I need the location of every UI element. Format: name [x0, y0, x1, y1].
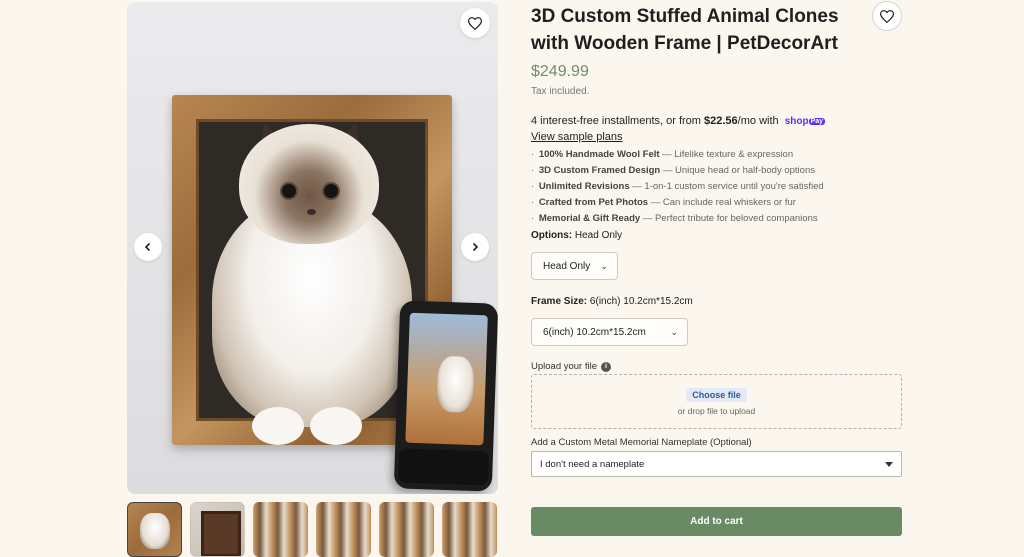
- thumbnail-5[interactable]: [379, 502, 434, 557]
- frame-size-label: Frame Size: 6(inch) 10.2cm*15.2cm: [531, 296, 693, 307]
- product-main-image[interactable]: [127, 2, 498, 494]
- info-icon[interactable]: i: [601, 361, 612, 372]
- gallery-next-icon[interactable]: [461, 233, 489, 261]
- chevron-down-icon: ⌄: [600, 260, 608, 271]
- feature-item: · 100% Handmade Wool Felt — Lifelike tex…: [531, 149, 794, 160]
- feature-item: · Memorial & Gift Ready — Perfect tribut…: [531, 213, 818, 224]
- phone-cat-photo: [436, 355, 475, 413]
- feature-list: · 100% Handmade Wool Felt — Lifelike tex…: [531, 147, 824, 227]
- nameplate-select[interactable]: I don't need a nameplate: [531, 451, 902, 477]
- installments-amount: $22.56: [704, 115, 738, 127]
- thumbnail-1[interactable]: [127, 502, 182, 557]
- caret-down-icon: [885, 461, 893, 467]
- cat-eye-right: [322, 182, 340, 200]
- installments-suffix: /mo with: [737, 115, 779, 127]
- frame-size-select-value: 6(inch) 10.2cm*15.2cm: [543, 326, 646, 338]
- gallery-prev-icon[interactable]: [134, 233, 162, 261]
- feature-item: · 3D Custom Framed Design — Unique head …: [531, 165, 815, 176]
- thumbnail-4[interactable]: [316, 502, 371, 557]
- product-title: 3D Custom Stuffed Animal Clones with Woo…: [531, 6, 839, 54]
- file-dropzone[interactable]: Choose file or drop file to upload: [531, 374, 902, 429]
- upload-label: Upload your file i: [531, 361, 612, 372]
- view-sample-plans-link[interactable]: View sample plans: [531, 131, 623, 143]
- cat-head: [239, 124, 379, 244]
- shop-pay-logo: shop Pay: [784, 116, 826, 127]
- phone-stand: [397, 448, 490, 486]
- thumbnail-6[interactable]: [442, 502, 497, 557]
- cat-paw-left: [252, 407, 304, 445]
- installments-text: 4 interest-free installments, or from $2…: [531, 115, 826, 127]
- add-to-cart-button[interactable]: Add to cart: [531, 507, 902, 536]
- options-select[interactable]: Head Only ⌄: [531, 252, 618, 280]
- tax-note: Tax included.: [531, 86, 590, 97]
- phone-with-photo: [393, 300, 498, 492]
- phone-screen: [405, 312, 488, 446]
- options-select-value: Head Only: [543, 260, 591, 272]
- feature-item: · Unlimited Revisions — 1-on-1 custom se…: [531, 181, 824, 192]
- nameplate-select-value: I don't need a nameplate: [540, 458, 645, 470]
- frame-size-select[interactable]: 6(inch) 10.2cm*15.2cm ⌄: [531, 318, 688, 346]
- thumbnail-3[interactable]: [253, 502, 308, 557]
- feature-item: · Crafted from Pet Photos — Can include …: [531, 197, 796, 208]
- options-label: Options: Head Only: [531, 230, 623, 241]
- wishlist-heart-icon[interactable]: [872, 1, 902, 31]
- wishlist-heart-icon[interactable]: [460, 8, 490, 38]
- cat-eye-left: [280, 182, 298, 200]
- thumbnail-2[interactable]: [190, 502, 245, 557]
- thumbnail-strip: [127, 502, 498, 557]
- nameplate-label: Add a Custom Metal Memorial Nameplate (O…: [531, 437, 752, 448]
- installments-prefix: 4 interest-free installments, or from: [531, 115, 701, 127]
- chevron-down-icon: ⌄: [670, 326, 678, 337]
- cat-nose: [307, 209, 316, 215]
- cat-paw-right: [310, 407, 362, 445]
- choose-file-button[interactable]: Choose file: [686, 387, 747, 402]
- drop-hint: or drop file to upload: [677, 405, 756, 416]
- product-price: $249.99: [531, 63, 589, 80]
